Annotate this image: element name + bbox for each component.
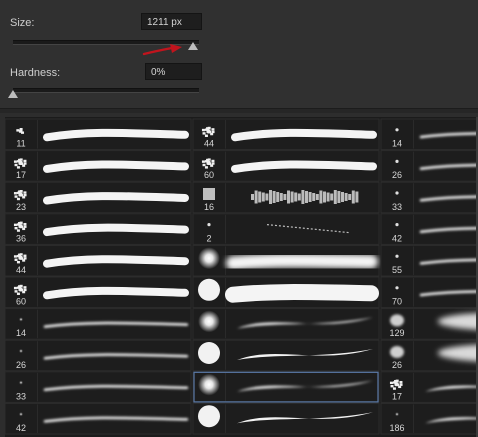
brush-preset-cell[interactable]: 129 bbox=[380, 308, 478, 340]
brush-tip-icon bbox=[198, 247, 220, 270]
brush-size-label: 26 bbox=[392, 170, 402, 180]
brush-size-label: 17 bbox=[392, 391, 402, 401]
brush-size-label: 70 bbox=[392, 297, 402, 307]
brush-preset-cell[interactable]: 33 bbox=[5, 371, 192, 403]
brush-preset-cell[interactable]: 186 bbox=[380, 402, 478, 435]
size-label: Size: bbox=[10, 17, 35, 29]
brush-stroke-preview bbox=[231, 160, 377, 173]
hardness-label: Hardness: bbox=[10, 67, 61, 79]
size-input[interactable]: 1211 px bbox=[141, 13, 202, 30]
brush-options-panel: Size: 1211 px Hardness: 0% bbox=[0, 0, 478, 108]
brush-tip-icon bbox=[394, 411, 400, 417]
brush-size-label: 26 bbox=[16, 360, 26, 370]
brush-preset-cell[interactable]: 55 bbox=[380, 244, 478, 277]
brush-tip-icon bbox=[395, 159, 399, 163]
brush-preset-cell[interactable]: 26 bbox=[380, 150, 478, 182]
brush-size-label: 33 bbox=[392, 202, 402, 212]
brush-preset-cell[interactable]: 23 bbox=[5, 181, 192, 214]
brush-tip-icon bbox=[18, 317, 24, 322]
brush-size-label: 26 bbox=[392, 360, 402, 370]
brush-tip-icon bbox=[395, 128, 399, 132]
brush-preset-cell[interactable]: 2 bbox=[192, 213, 380, 245]
brush-preset-cell[interactable]: 36 bbox=[5, 213, 192, 245]
brush-size-label: 55 bbox=[392, 265, 402, 275]
brush-preset-cell[interactable]: 60 bbox=[192, 150, 380, 182]
brush-preset-cell[interactable] bbox=[192, 244, 380, 277]
brush-preset-cell[interactable]: 26 bbox=[5, 339, 192, 372]
brush-tip-icon bbox=[395, 254, 399, 258]
brush-preset-cell[interactable] bbox=[192, 402, 380, 435]
brush-preset-cell[interactable] bbox=[192, 276, 380, 309]
brush-stroke-preview bbox=[231, 128, 377, 142]
brush-preset-cell[interactable]: 44 bbox=[5, 244, 192, 277]
brush-stroke-preview bbox=[43, 223, 189, 237]
brush-preset-list: 11 17 23 36 44 60 14 26 33 42 44 60 16 2 14 26 33 42 55 70 1… bbox=[5, 118, 478, 435]
brush-size-label: 23 bbox=[16, 202, 26, 212]
brush-preset-cell[interactable]: 16 bbox=[192, 181, 380, 214]
brush-size-label: 129 bbox=[389, 328, 404, 338]
brush-stroke-preview bbox=[43, 160, 189, 173]
brush-preset-grid: 11 17 23 36 44 60 14 26 33 42 44 60 16 2 14 26 33 42 55 70 1… bbox=[5, 117, 478, 437]
brush-preset-cell[interactable]: 42 bbox=[5, 402, 192, 435]
panel-divider bbox=[0, 108, 478, 113]
brush-tip-icon bbox=[198, 342, 220, 364]
size-slider-thumb[interactable] bbox=[188, 42, 199, 50]
brush-size-label: 36 bbox=[16, 233, 26, 243]
brush-preset-cell[interactable]: 44 bbox=[192, 118, 380, 151]
brush-preset-cell[interactable]: 33 bbox=[380, 181, 478, 214]
brush-stroke-preview bbox=[43, 192, 189, 205]
brush-size-label: 17 bbox=[16, 170, 26, 180]
brush-preset-cell[interactable]: 14 bbox=[380, 118, 478, 151]
brush-size-label: 44 bbox=[204, 139, 214, 149]
brush-preset-cell[interactable]: 42 bbox=[380, 213, 478, 245]
brush-stroke-preview bbox=[225, 284, 379, 303]
brush-preset-cell[interactable] bbox=[192, 371, 380, 403]
brush-stroke-preview bbox=[226, 253, 378, 271]
brush-size-label: 60 bbox=[204, 170, 214, 180]
brush-tip-icon bbox=[18, 380, 24, 385]
brush-tip-icon bbox=[198, 405, 220, 428]
brush-size-label: 14 bbox=[16, 328, 26, 338]
brush-size-label: 11 bbox=[16, 139, 25, 149]
hardness-slider-thumb[interactable] bbox=[8, 90, 18, 98]
annotation-arrow-icon bbox=[142, 44, 182, 56]
hardness-slider[interactable] bbox=[13, 88, 199, 93]
brush-preset-cell[interactable]: 17 bbox=[380, 371, 478, 403]
brush-size-label: 42 bbox=[16, 423, 26, 433]
brush-stroke-preview bbox=[43, 255, 189, 268]
brush-stroke-preview bbox=[43, 128, 189, 142]
brush-preset-cell[interactable] bbox=[192, 308, 380, 340]
brush-size-label: 2 bbox=[206, 233, 211, 243]
brush-tip-icon bbox=[395, 223, 399, 227]
brush-tip-icon bbox=[198, 310, 220, 333]
brush-size-label: 44 bbox=[16, 265, 26, 275]
brush-preset-cell[interactable]: 17 bbox=[5, 150, 192, 182]
brush-preset-cell[interactable]: 14 bbox=[5, 308, 192, 340]
brush-tip-icon bbox=[18, 411, 24, 417]
brush-tip-icon bbox=[18, 348, 24, 354]
brush-tip-icon bbox=[390, 314, 404, 327]
brush-preset-cell[interactable] bbox=[192, 339, 380, 372]
brush-size-label: 33 bbox=[16, 391, 26, 401]
brush-stroke-preview bbox=[43, 286, 189, 300]
brush-tip-icon bbox=[395, 191, 399, 195]
brush-preset-cell[interactable]: 70 bbox=[380, 276, 478, 309]
brush-tip-icon bbox=[198, 278, 220, 301]
brush-size-label: 16 bbox=[204, 202, 214, 212]
brush-preset-cell[interactable]: 11 bbox=[5, 118, 192, 151]
hardness-input[interactable]: 0% bbox=[145, 63, 202, 80]
brush-size-label: 186 bbox=[389, 423, 404, 433]
brush-tip-icon bbox=[198, 373, 220, 396]
brush-preset-cell[interactable]: 60 bbox=[5, 276, 192, 309]
brush-size-label: 42 bbox=[392, 233, 402, 243]
brush-size-label: 14 bbox=[392, 139, 402, 149]
brush-tip-icon bbox=[203, 188, 215, 200]
brush-tip-icon bbox=[207, 223, 211, 227]
brush-size-label: 60 bbox=[16, 297, 26, 307]
brush-preset-cell[interactable]: 26 bbox=[380, 339, 478, 372]
brush-tip-icon bbox=[390, 346, 404, 358]
brush-tip-icon bbox=[395, 286, 399, 290]
